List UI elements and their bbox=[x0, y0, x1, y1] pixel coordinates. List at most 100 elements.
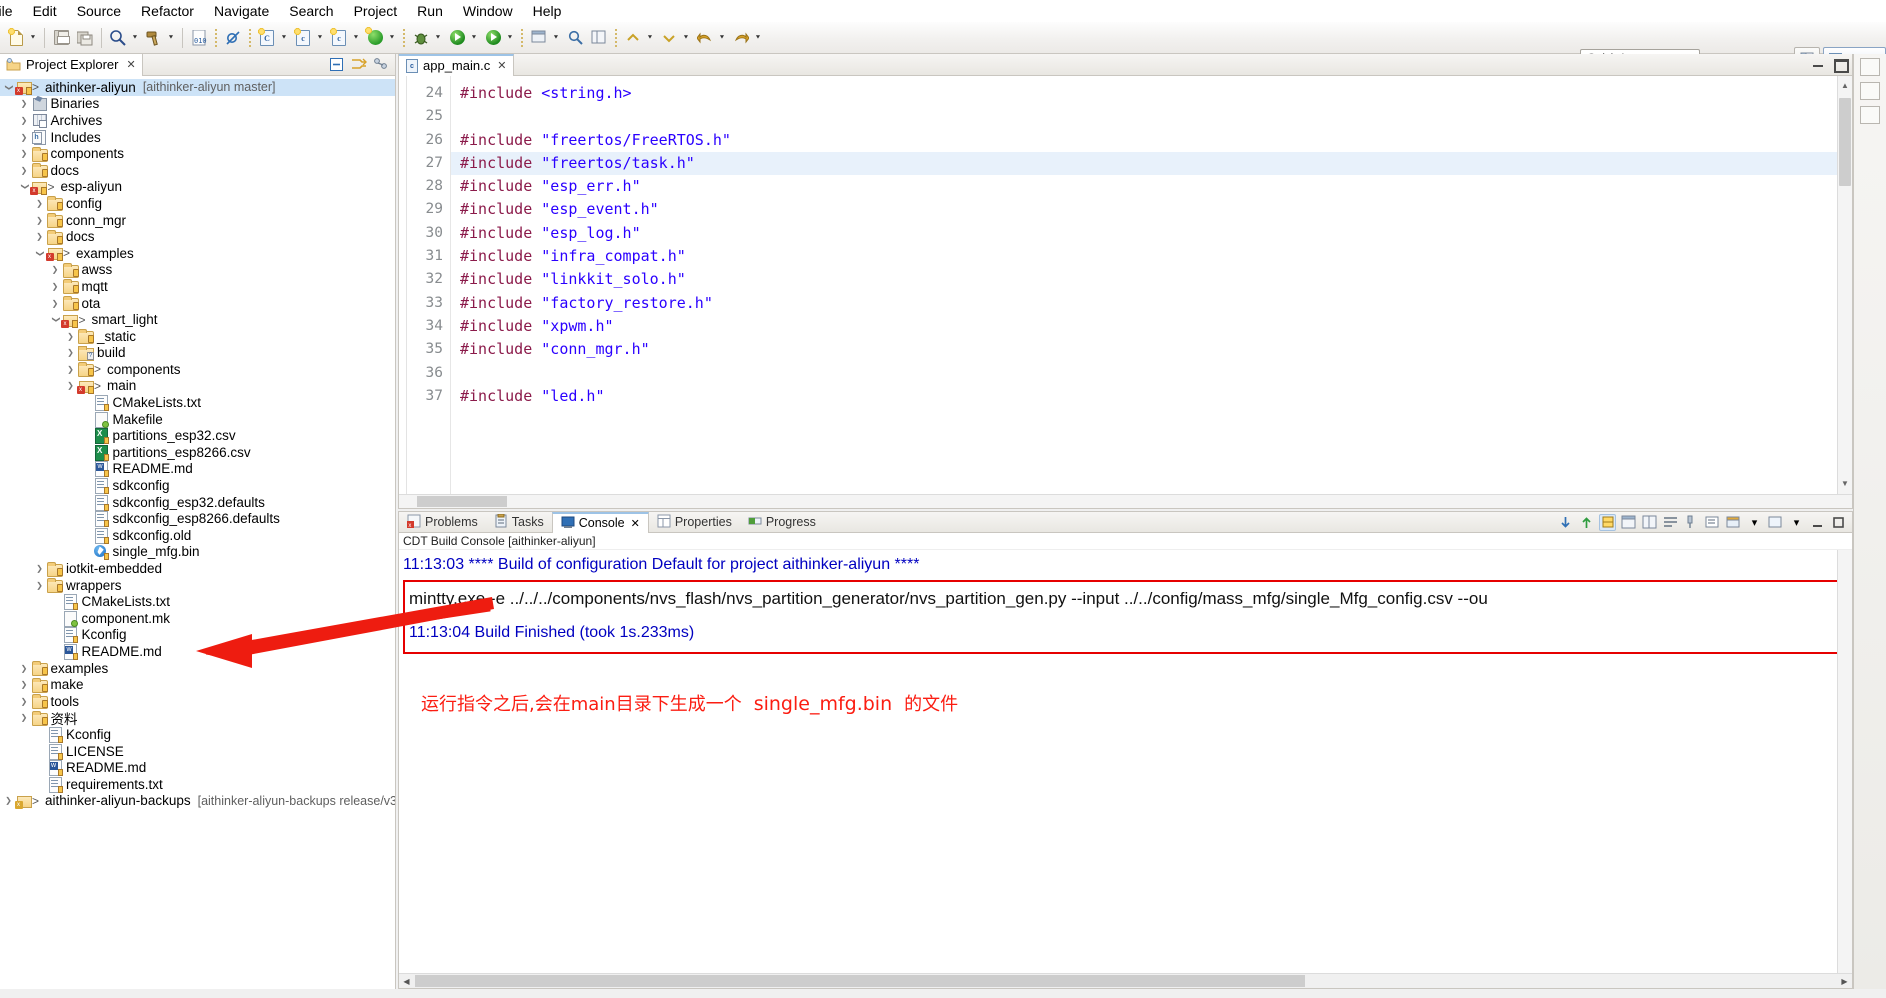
console-new-dropdown-arrow[interactable]: ▾ bbox=[1746, 514, 1763, 531]
tree-item-includes[interactable]: Includes bbox=[0, 129, 395, 146]
tree-item-docs[interactable]: docs bbox=[0, 228, 395, 245]
tab-progress[interactable]: Progress bbox=[740, 512, 824, 533]
tree-item-binaries[interactable]: Binaries bbox=[0, 96, 395, 113]
prev-annotation-dropdown-arrow[interactable] bbox=[644, 27, 656, 49]
code-line[interactable]: #include "esp_log.h" bbox=[460, 222, 1852, 245]
tree-item-config[interactable]: config bbox=[0, 195, 395, 212]
project-explorer-close-icon[interactable]: ✕ bbox=[126, 58, 135, 71]
tree-item-sdkconfig[interactable]: sdkconfig bbox=[0, 477, 395, 495]
menu-item-run[interactable]: Run bbox=[407, 0, 453, 22]
code-line[interactable]: #include "factory_restore.h" bbox=[460, 292, 1852, 315]
console-minimize-icon[interactable] bbox=[1809, 514, 1826, 531]
editor-horizontal-scrollbar[interactable] bbox=[399, 494, 1852, 508]
expand-arrow-right-icon[interactable] bbox=[18, 99, 31, 108]
tree-item-license[interactable]: LICENSE bbox=[0, 743, 395, 760]
console-vertical-scrollbar[interactable] bbox=[1837, 550, 1852, 973]
code-line[interactable]: #include <string.h> bbox=[460, 82, 1852, 105]
expand-arrow-right-icon[interactable] bbox=[49, 299, 62, 308]
tree-item-cmakelists-txt[interactable]: CMakeLists.txt bbox=[0, 394, 395, 412]
debug-button[interactable] bbox=[409, 25, 445, 51]
menu-item-refactor[interactable]: Refactor bbox=[131, 0, 204, 22]
editor-scroll-down-arrow[interactable]: ▼ bbox=[1839, 477, 1851, 491]
tree-item-readme-md[interactable]: README.md bbox=[0, 643, 395, 660]
editor-scrollbar-thumb[interactable] bbox=[1839, 98, 1851, 186]
clear-console-icon[interactable] bbox=[1620, 514, 1637, 531]
tree-item-iotkit-embedded[interactable]: iotkit-embedded bbox=[0, 560, 395, 577]
expand-arrow-right-icon[interactable] bbox=[18, 697, 31, 706]
pin-console-icon[interactable] bbox=[1599, 513, 1616, 531]
new-c-file-dropdown-arrow[interactable] bbox=[350, 27, 362, 49]
expand-arrow-down-icon[interactable] bbox=[2, 83, 15, 92]
code-line[interactable]: #include "linkkit_solo.h" bbox=[460, 268, 1852, 291]
editor-scroll-up-arrow[interactable]: ▲ bbox=[1839, 79, 1851, 93]
tree-item-components[interactable]: > components bbox=[0, 361, 395, 378]
code-line[interactable]: #include "esp_err.h" bbox=[460, 175, 1852, 198]
editor-hscroll-thumb[interactable] bbox=[417, 496, 507, 507]
console-hscroll-right-arrow[interactable]: ▶ bbox=[1838, 975, 1851, 988]
run-dropdown-arrow[interactable] bbox=[468, 27, 480, 49]
view-menu-icon[interactable] bbox=[372, 56, 389, 73]
code-line[interactable]: #include "led.h" bbox=[460, 385, 1852, 408]
code-line[interactable] bbox=[460, 105, 1852, 128]
menu-item-help[interactable]: Help bbox=[523, 0, 572, 22]
console-output-area[interactable]: 11:13:03 **** Build of configuration Def… bbox=[399, 550, 1852, 973]
tree-item-awss[interactable]: awss bbox=[0, 262, 395, 279]
forward-dropdown-arrow[interactable] bbox=[752, 27, 764, 49]
expand-arrow-right-icon[interactable] bbox=[18, 149, 31, 158]
build-button[interactable] bbox=[142, 25, 178, 51]
expand-arrow-right-icon[interactable] bbox=[18, 680, 31, 689]
tree-item-examples[interactable]: x> examples bbox=[0, 245, 395, 262]
new-c-project-dropdown-arrow[interactable] bbox=[278, 27, 290, 49]
expand-arrow-right-icon[interactable] bbox=[18, 166, 31, 175]
build-targets-view-icon[interactable] bbox=[1860, 106, 1880, 124]
expand-arrow-down-icon[interactable] bbox=[49, 315, 62, 324]
code-line[interactable]: #include "conn_mgr.h" bbox=[460, 338, 1852, 361]
expand-arrow-right-icon[interactable] bbox=[2, 796, 15, 805]
tree-item-single-mfg-bin[interactable]: single_mfg.bin bbox=[0, 544, 395, 561]
tree-item-static[interactable]: _static bbox=[0, 328, 395, 345]
editor-tab-close-icon[interactable]: ✕ bbox=[497, 59, 506, 72]
editor-maximize-icon[interactable] bbox=[1833, 57, 1849, 73]
tree-item-partitions-esp8266-csv[interactable]: partitions_esp8266.csv bbox=[0, 444, 395, 461]
tree-item-cmakelists-txt[interactable]: CMakeLists.txt bbox=[0, 593, 395, 611]
expand-arrow-right-icon[interactable] bbox=[49, 265, 62, 274]
editor-code-area[interactable]: #include <string.h> #include "freertos/F… bbox=[451, 76, 1852, 494]
collapse-all-icon[interactable] bbox=[328, 56, 345, 73]
menu-item-file[interactable]: File bbox=[0, 0, 23, 22]
tab-console[interactable]: Console ✕ bbox=[551, 511, 649, 533]
tab-project-explorer[interactable]: Project Explorer ✕ bbox=[0, 53, 143, 76]
expand-arrow-right-icon[interactable] bbox=[33, 581, 46, 590]
build-configs-dropdown-arrow[interactable] bbox=[129, 27, 141, 49]
next-annotation-button[interactable] bbox=[657, 25, 693, 51]
open-console-icon[interactable] bbox=[1704, 514, 1721, 531]
tree-item-ota[interactable]: ota bbox=[0, 295, 395, 312]
tab-problems[interactable]: x Problems bbox=[399, 512, 486, 533]
tree-item-smart-light[interactable]: x> smart_light bbox=[0, 311, 395, 328]
back-button[interactable] bbox=[693, 25, 729, 51]
tab-properties[interactable]: Properties bbox=[649, 512, 740, 533]
expand-arrow-right-icon[interactable] bbox=[33, 564, 46, 573]
tree-item-sdkconfig-old[interactable]: sdkconfig.old bbox=[0, 527, 395, 544]
tree-item-make[interactable]: make bbox=[0, 676, 395, 693]
run-button[interactable] bbox=[445, 25, 481, 51]
console-maximize-icon[interactable] bbox=[1830, 514, 1847, 531]
new-window-dropdown-arrow[interactable] bbox=[550, 27, 562, 49]
expand-arrow-right-icon[interactable] bbox=[64, 381, 77, 390]
project-tree[interactable]: x>aithinker-aliyun[aithinker-aliyun mast… bbox=[0, 76, 395, 989]
console-horizontal-scrollbar[interactable]: ◀ ▶ bbox=[399, 973, 1852, 988]
external-tools-dropdown-arrow[interactable] bbox=[386, 27, 398, 49]
menu-item-search[interactable]: Search bbox=[279, 0, 343, 22]
expand-arrow-down-icon[interactable] bbox=[18, 182, 31, 191]
debug-dropdown-arrow[interactable] bbox=[432, 27, 444, 49]
new-console-view-icon[interactable] bbox=[1725, 514, 1742, 531]
word-wrap-icon[interactable] bbox=[1662, 514, 1679, 531]
tree-item-aithinker-aliyun-backups[interactable]: x> aithinker-aliyun-backups [aithinker-ali… bbox=[0, 793, 395, 810]
console-hscroll-thumb[interactable] bbox=[415, 975, 1305, 987]
save-all-button[interactable] bbox=[73, 25, 97, 51]
code-line[interactable]: #include "xpwm.h" bbox=[460, 315, 1852, 338]
code-line[interactable] bbox=[460, 362, 1852, 385]
menu-item-window[interactable]: Window bbox=[453, 0, 523, 22]
expand-arrow-right-icon[interactable] bbox=[49, 282, 62, 291]
tree-item-kconfig[interactable]: Kconfig bbox=[0, 726, 395, 743]
skip-breakpoints-button[interactable] bbox=[221, 25, 245, 51]
